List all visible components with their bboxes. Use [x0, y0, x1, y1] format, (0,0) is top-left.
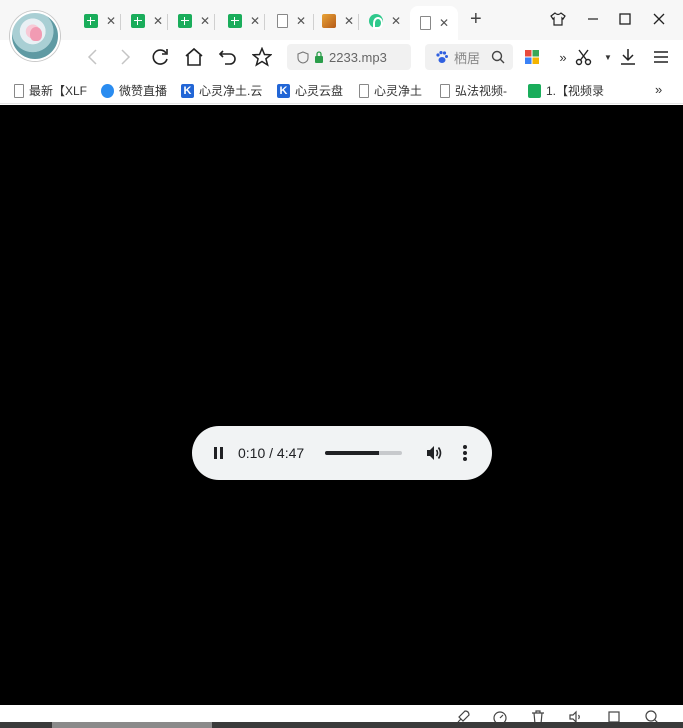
image-icon [322, 14, 336, 28]
k-icon: K [277, 83, 290, 98]
user-avatar[interactable] [10, 11, 60, 61]
new-tab-button[interactable]: + [470, 9, 482, 29]
minimize-button[interactable] [582, 8, 604, 30]
close-window-button[interactable] [648, 8, 670, 30]
tab-strip: ✕ ✕ ✕ ✕ ✕ ✕ ✕ ✕ + [0, 0, 683, 61]
bookmark-item[interactable]: K 心灵云盘 [277, 82, 349, 99]
close-icon[interactable]: ✕ [439, 17, 449, 29]
bookmark-item[interactable]: K 心灵净土.云 [181, 82, 264, 99]
media-viewport [0, 105, 683, 705]
tab-image[interactable]: ✕ [312, 6, 359, 36]
close-icon[interactable]: ✕ [200, 15, 210, 27]
toolbar: 2233.mp3 栖居 » ▼ [0, 40, 683, 74]
pause-button[interactable] [212, 446, 226, 460]
seek-slider[interactable] [325, 451, 402, 455]
bookmark-item[interactable]: 最新【XLF [14, 82, 90, 99]
bookmarks-bar: 最新【XLF 微赞直播 K 心灵净土.云 K 心灵云盘 心灵净土 弘法视频- 1… [0, 78, 683, 104]
address-bar[interactable]: 2233.mp3 [287, 44, 411, 70]
tab-sheet-1[interactable]: ✕ [74, 6, 121, 36]
scissors-icon[interactable] [572, 45, 596, 69]
maximize-button[interactable] [614, 8, 636, 30]
green-circle-icon [369, 14, 383, 29]
bookmark-item[interactable]: 1.【视频录 [528, 82, 608, 99]
search-icon[interactable] [491, 50, 505, 64]
menu-icon[interactable] [649, 45, 673, 69]
spreadsheet-icon [528, 83, 541, 98]
close-icon[interactable]: ✕ [344, 15, 354, 27]
document-icon [359, 83, 369, 98]
time-readout: 0:10 / 4:47 [238, 445, 305, 461]
search-box[interactable]: 栖居 [425, 44, 513, 70]
tab-green[interactable]: ✕ [359, 6, 406, 36]
lock-icon [315, 51, 323, 63]
spreadsheet-icon [228, 14, 242, 28]
document-icon [420, 16, 431, 30]
seek-progress [325, 451, 379, 455]
document-icon [14, 83, 24, 98]
star-icon[interactable] [250, 45, 274, 69]
shield-icon [297, 50, 309, 64]
spreadsheet-icon [131, 14, 145, 28]
document-icon [440, 83, 450, 98]
spreadsheet-icon [178, 14, 192, 28]
tab-sheet-4[interactable]: ✕ [218, 6, 265, 36]
forward-button[interactable] [114, 45, 138, 69]
play-icon [101, 83, 114, 98]
back-button[interactable] [80, 45, 104, 69]
document-icon [277, 14, 288, 28]
download-icon[interactable] [616, 45, 640, 69]
tab-doc[interactable]: ✕ [267, 6, 314, 36]
close-icon[interactable]: ✕ [250, 15, 260, 27]
home-button[interactable] [182, 45, 206, 69]
address-text: 2233.mp3 [329, 49, 387, 65]
scrollbar-thumb[interactable] [52, 722, 212, 728]
spreadsheet-icon [84, 14, 98, 28]
more-options-icon[interactable] [463, 445, 467, 461]
refresh-button[interactable] [148, 45, 172, 69]
undo-close-button[interactable] [216, 45, 240, 69]
bookmarks-overflow-icon[interactable]: » [655, 82, 662, 97]
tab-sheet-3[interactable]: ✕ [168, 6, 215, 36]
close-icon[interactable]: ✕ [296, 15, 306, 27]
k-icon: K [181, 83, 194, 98]
horizontal-scrollbar[interactable] [0, 722, 683, 728]
search-text: 栖居 [454, 50, 481, 66]
bookmark-item[interactable]: 心灵净土 [359, 82, 431, 99]
close-icon[interactable]: ✕ [153, 15, 163, 27]
tab-active-mp3[interactable]: ✕ [410, 6, 458, 40]
apps-icon[interactable] [520, 45, 544, 69]
close-icon[interactable]: ✕ [391, 15, 401, 27]
baidu-paw-icon [436, 51, 448, 63]
volume-icon[interactable] [425, 444, 443, 462]
bookmark-item[interactable]: 弘法视频- [440, 82, 516, 99]
skin-icon[interactable] [547, 8, 569, 30]
tab-sheet-2[interactable]: ✕ [121, 6, 168, 36]
bookmark-item[interactable]: 微赞直播 [101, 82, 173, 99]
close-icon[interactable]: ✕ [106, 15, 116, 27]
